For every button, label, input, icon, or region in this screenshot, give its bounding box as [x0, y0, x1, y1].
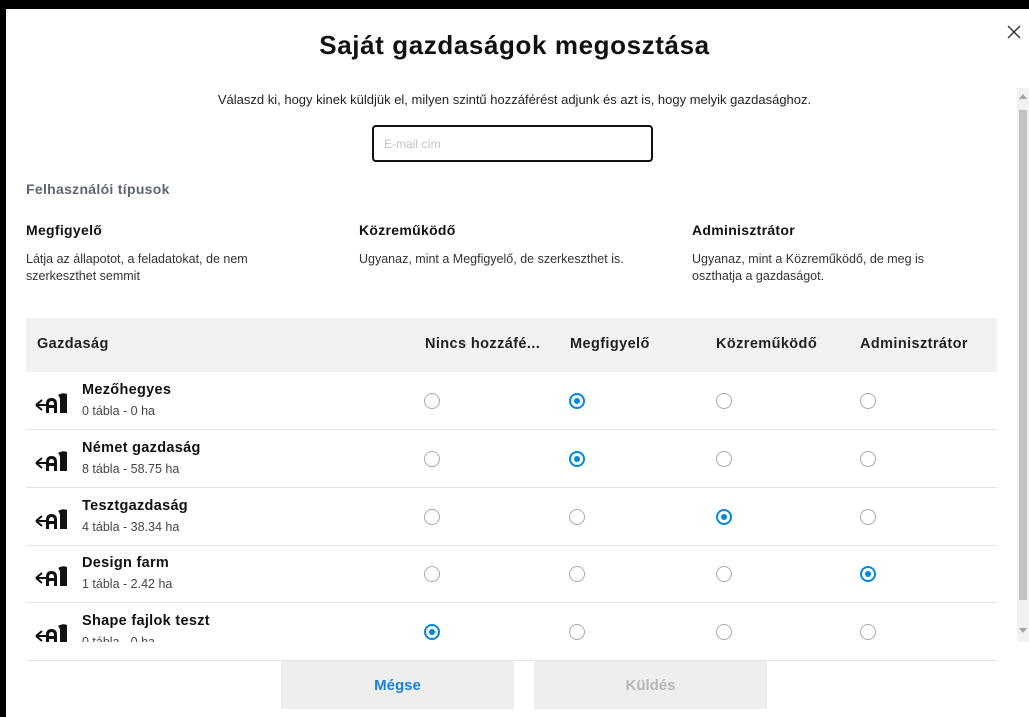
role-desc-line: Ugyanaz, mint a Közreműködő, de meg is [692, 252, 925, 266]
radio-contributor[interactable] [716, 566, 732, 582]
dialog-subtitle: Válaszd ki, hogy kinek küldjük el, milye… [217, 92, 812, 107]
radio-admin[interactable] [860, 451, 876, 467]
role-desc-line: Ugyanaz, mint a Megfigyelő, de szerkeszt… [359, 252, 624, 266]
column-header-contributor[interactable]: Közreműködő [716, 336, 817, 352]
table-header: Gazdaság Nincs hozzáfé... Megfigyelő Köz… [26, 318, 997, 372]
farm-row: Mezőhegyes 0 tábla - 0 ha [26, 372, 997, 430]
farm-share-icon [35, 508, 69, 530]
farm-name: Design farm [82, 555, 170, 571]
farm-name: Német gazdaság [82, 440, 201, 456]
farm-share-icon [35, 450, 69, 472]
radio-admin[interactable] [860, 624, 876, 640]
role-desc-line: oszthatja a gazdaságot. [692, 269, 825, 283]
role-desc-contributor: Ugyanaz, mint a Megfigyelő, de szerkeszt… [359, 251, 624, 268]
farm-details: 8 tábla - 58.75 ha [82, 462, 180, 476]
radio-no-access[interactable] [424, 624, 440, 640]
user-types-label: Felhasználói típusok [26, 181, 170, 197]
farm-details: 4 tábla - 38.34 ha [82, 520, 180, 534]
radio-admin[interactable] [860, 566, 876, 582]
radio-admin[interactable] [860, 393, 876, 409]
column-header-no-access[interactable]: Nincs hozzáfé... [425, 336, 540, 352]
radio-no-access[interactable] [424, 566, 440, 582]
radio-observer[interactable] [569, 509, 585, 525]
column-header-observer[interactable]: Megfigyelő [570, 336, 650, 352]
share-dialog: Saját gazdaságok megosztása Válaszd ki, … [0, 0, 1029, 717]
radio-no-access[interactable] [424, 451, 440, 467]
radio-admin[interactable] [860, 509, 876, 525]
farm-row: Design farm 1 tábla - 2.42 ha [26, 545, 997, 603]
scroll-up-arrow-icon[interactable] [1019, 94, 1027, 99]
radio-observer[interactable] [569, 451, 585, 467]
farm-details: 0 tábla - 0 ha [82, 404, 155, 418]
radio-observer[interactable] [569, 624, 585, 640]
radio-contributor[interactable] [716, 451, 732, 467]
farm-share-icon [35, 565, 69, 587]
email-input[interactable] [372, 125, 653, 162]
window-top-edge [0, 0, 1029, 9]
role-name-admin: Adminisztrátor [692, 222, 795, 238]
scroll-down-arrow-icon[interactable] [1019, 628, 1027, 633]
send-button[interactable]: Küldés [534, 661, 767, 709]
farm-row: Tesztgazdaság 4 tábla - 38.34 ha [26, 488, 997, 546]
radio-observer[interactable] [569, 393, 585, 409]
radio-contributor[interactable] [716, 393, 732, 409]
radio-no-access[interactable] [424, 509, 440, 525]
role-desc-admin: Ugyanaz, mint a Közreműködő, de meg is o… [692, 251, 924, 285]
farm-details: 1 tábla - 2.42 ha [82, 577, 173, 591]
radio-contributor[interactable] [716, 509, 732, 525]
farm-share-icon [35, 392, 69, 414]
farm-name: Tesztgazdaság [82, 498, 188, 514]
role-name-contributor: Közreműködő [359, 222, 456, 238]
role-name-observer: Megfigyelő [26, 222, 103, 238]
role-desc-line: szerkeszthet semmit [26, 269, 140, 283]
cancel-button[interactable]: Mégse [281, 661, 514, 709]
role-desc-observer: Látja az állapotot, a feladatokat, de ne… [26, 251, 248, 285]
farm-row: Német gazdaság 8 tábla - 58.75 ha [26, 430, 997, 488]
role-desc-line: Látja az állapotot, a feladatokat, de ne… [26, 252, 248, 266]
farm-name: Mezőhegyes [82, 382, 172, 398]
farm-name: Shape fajlok teszt [82, 613, 210, 629]
radio-observer[interactable] [569, 566, 585, 582]
dialog-title: Saját gazdaságok megosztása [319, 30, 710, 60]
radio-contributor[interactable] [716, 624, 732, 640]
column-header-farm[interactable]: Gazdaság [37, 336, 109, 352]
column-header-admin[interactable]: Adminisztrátor [860, 336, 968, 352]
window-left-edge [0, 0, 6, 717]
list-fade [26, 642, 997, 656]
scrollbar-thumb[interactable] [1019, 110, 1027, 600]
radio-no-access[interactable] [424, 393, 440, 409]
